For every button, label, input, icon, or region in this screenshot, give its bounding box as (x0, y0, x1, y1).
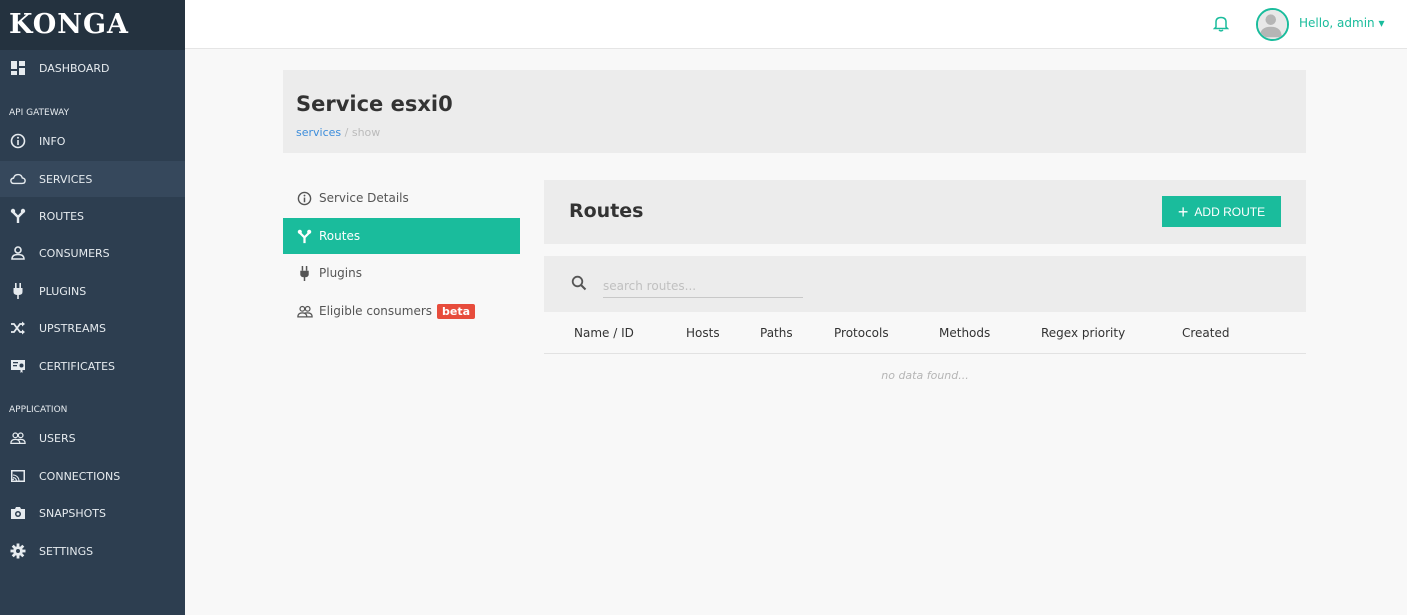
shuffle-icon (10, 320, 26, 336)
info-icon (297, 190, 313, 206)
section-api-gateway: API GATEWAY (9, 108, 70, 118)
column-header-hosts[interactable]: Hosts (686, 326, 720, 340)
section-application: APPLICATION (9, 405, 68, 415)
sidebar-item-label: CERTIFICATES (39, 359, 116, 373)
breadcrumb-current: show (351, 126, 381, 139)
search-icon (571, 275, 587, 291)
add-route-button[interactable]: + ADD ROUTE (1162, 196, 1281, 227)
plug-icon (10, 283, 26, 299)
user-menu[interactable]: Hello, admin ▾ (1299, 16, 1385, 30)
column-header-paths[interactable]: Paths (760, 326, 793, 340)
search-panel (544, 256, 1306, 312)
tab-eligible-consumers[interactable]: Eligible consumers beta (283, 293, 520, 329)
sidebar-item-users[interactable]: USERS (0, 420, 185, 456)
dashboard-icon (10, 60, 26, 76)
sidebar-item-services[interactable]: SERVICES (0, 161, 185, 197)
sidebar-item-label: CONNECTIONS (39, 469, 121, 483)
beta-badge: beta (437, 303, 476, 319)
search-routes-input[interactable] (603, 274, 803, 298)
sidebar-item-label: SERVICES (39, 172, 93, 186)
gear-icon (10, 543, 26, 559)
sidebar-item-label: INFO (39, 134, 66, 148)
sidebar-item-consumers[interactable]: CONSUMERS (0, 235, 185, 271)
camera-icon (10, 505, 26, 521)
user-avatar-icon (1258, 10, 1287, 39)
tab-service-details[interactable]: Service Details (283, 180, 520, 216)
page-title: Service esxi0 (296, 92, 453, 116)
app-logo[interactable]: KONGA (0, 0, 185, 50)
bell-icon[interactable] (1213, 14, 1229, 32)
sidebar-item-upstreams[interactable]: UPSTREAMS (0, 310, 185, 346)
breadcrumb-separator: / (344, 126, 349, 139)
column-header-created[interactable]: Created (1182, 326, 1230, 340)
cloud-icon (10, 171, 26, 187)
table-header-divider (544, 353, 1306, 354)
users-icon (10, 430, 26, 446)
info-icon (10, 133, 26, 149)
chevron-down-icon: ▾ (1378, 16, 1385, 30)
breadcrumb-services-link[interactable]: services (296, 126, 341, 139)
sidebar-item-settings[interactable]: SETTINGS (0, 533, 185, 569)
tab-label: Eligible consumers (319, 304, 433, 318)
user-icon (10, 245, 26, 261)
breadcrumb: services / show (296, 126, 380, 139)
routes-header-panel: Routes + ADD ROUTE (544, 180, 1306, 244)
page-header: Service esxi0 services / show (283, 70, 1306, 153)
column-header-protocols[interactable]: Protocols (834, 326, 889, 340)
tab-plugins[interactable]: Plugins (283, 255, 520, 291)
column-header-regex-priority[interactable]: Regex priority (1041, 326, 1125, 340)
tab-label: Plugins (319, 266, 362, 280)
sidebar-item-routes[interactable]: ROUTES (0, 198, 185, 234)
sidebar-item-label: ROUTES (39, 209, 85, 223)
users-icon (297, 303, 313, 319)
sidebar-item-label: CONSUMERS (39, 246, 110, 260)
avatar[interactable] (1256, 8, 1289, 41)
certificate-icon (10, 358, 26, 374)
routes-title: Routes (569, 200, 644, 222)
tab-label: Routes (319, 229, 361, 243)
sidebar-item-label: DASHBOARD (39, 61, 110, 75)
sidebar-item-certificates[interactable]: CERTIFICATES (0, 348, 185, 384)
sidebar-item-snapshots[interactable]: SNAPSHOTS (0, 495, 185, 531)
sidebar-item-label: UPSTREAMS (39, 321, 106, 335)
column-header-methods[interactable]: Methods (939, 326, 990, 340)
routes-icon (297, 228, 313, 244)
plug-icon (297, 265, 313, 281)
add-route-label: ADD ROUTE (1194, 204, 1266, 219)
tab-label: Service Details (319, 191, 409, 205)
sidebar-item-dashboard[interactable]: DASHBOARD (0, 50, 185, 86)
cast-icon (10, 468, 26, 484)
sidebar-item-plugins[interactable]: PLUGINS (0, 273, 185, 309)
greeting-text: Hello, admin (1299, 16, 1375, 30)
tab-routes[interactable]: Routes (283, 218, 520, 254)
sidebar-item-label: PLUGINS (39, 284, 87, 298)
sidebar-item-label: USERS (39, 431, 76, 445)
sidebar-item-connections[interactable]: CONNECTIONS (0, 458, 185, 494)
sidebar: KONGA DASHBOARD API GATEWAY INFO SERVICE… (0, 0, 185, 615)
sidebar-item-label: SNAPSHOTS (39, 506, 106, 520)
sidebar-item-label: SETTINGS (39, 544, 94, 558)
column-header-name-id[interactable]: Name / ID (574, 326, 634, 340)
sidebar-item-info[interactable]: INFO (0, 123, 185, 159)
empty-table-message: no data found... (881, 369, 969, 382)
plus-icon: + (1177, 201, 1189, 222)
routes-icon (10, 208, 26, 224)
